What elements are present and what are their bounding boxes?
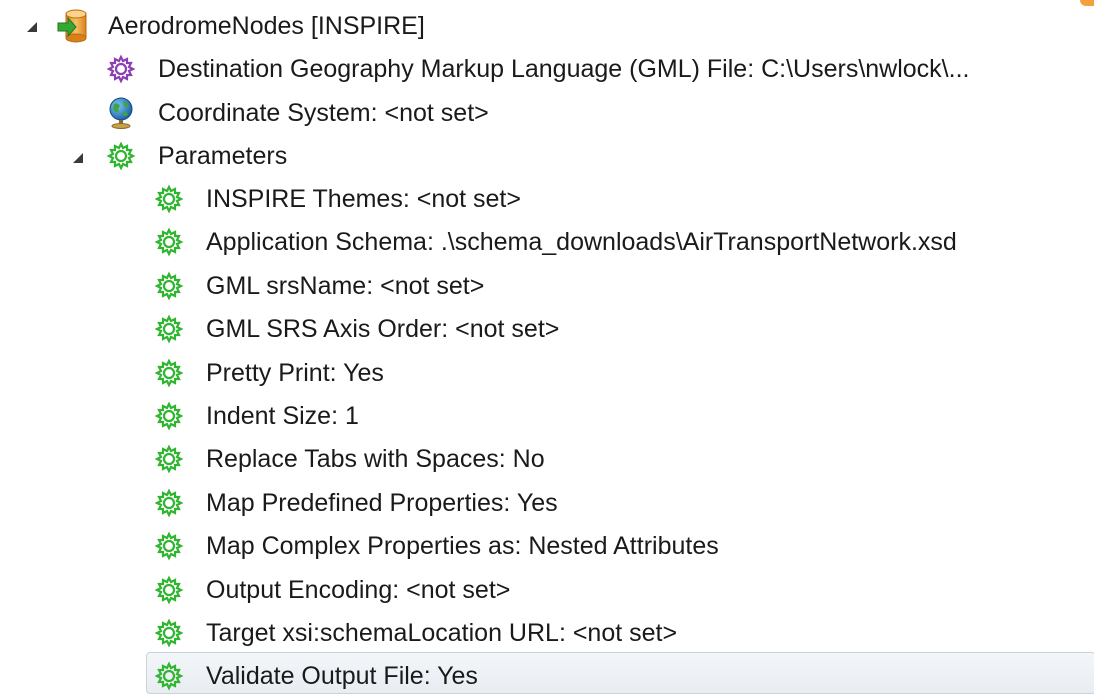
database-writer-icon — [56, 9, 90, 43]
tree-node-parameter[interactable]: Indent Size: 1 — [0, 395, 1094, 438]
green-gear-icon — [152, 573, 186, 607]
green-gear-icon — [152, 659, 186, 693]
tree-node-parameter-label: GML srsName: <not set> — [206, 272, 485, 300]
green-gear-icon — [152, 486, 186, 520]
green-gear-icon — [152, 356, 186, 390]
tree-node-coordinate-system-label: Coordinate System: <not set> — [158, 99, 489, 127]
tree-node-parameter-label: Replace Tabs with Spaces: No — [206, 445, 545, 473]
tree-node-parameter-label: INSPIRE Themes: <not set> — [206, 185, 521, 213]
tree-node-parameter[interactable]: Target xsi:schemaLocation URL: <not set> — [0, 612, 1094, 655]
tree-node-destination-label: Destination Geography Markup Language (G… — [158, 55, 970, 83]
tree-node-parameter-label: Application Schema: .\schema_downloads\A… — [206, 228, 957, 256]
green-gear-icon — [152, 225, 186, 259]
tree-node-parameters[interactable]: Parameters — [0, 135, 1094, 178]
tree-node-parameters-label: Parameters — [158, 142, 288, 170]
tree-node-parameter-label: Indent Size: 1 — [206, 402, 359, 430]
tree-node-parameter[interactable]: Map Complex Properties as: Nested Attrib… — [0, 525, 1094, 568]
tree-node-parameter-label: GML SRS Axis Order: <not set> — [206, 315, 560, 343]
tree-node-parameter[interactable]: GML srsName: <not set> — [0, 265, 1094, 308]
tree-node-root[interactable]: AerodromeNodes [INSPIRE] — [0, 5, 1094, 48]
tree-node-parameter[interactable]: Output Encoding: <not set> — [0, 569, 1094, 612]
tree-node-parameter[interactable]: Application Schema: .\schema_downloads\A… — [0, 221, 1094, 264]
tree-node-parameter-label: Target xsi:schemaLocation URL: <not set> — [206, 619, 678, 647]
tree-node-root-label: AerodromeNodes [INSPIRE] — [108, 12, 425, 40]
tree-node-parameter[interactable]: Map Predefined Properties: Yes — [0, 482, 1094, 525]
green-gear-icon — [152, 182, 186, 216]
tree-node-parameter-label: Output Encoding: <not set> — [206, 576, 511, 604]
tree-node-parameter-label: Pretty Print: Yes — [206, 359, 384, 387]
purple-gear-icon — [104, 52, 138, 86]
green-gear-icon — [152, 442, 186, 476]
tree-node-coordinate-system[interactable]: Coordinate System: <not set> — [0, 92, 1094, 135]
tree-node-parameter-label: Map Complex Properties as: Nested Attrib… — [206, 532, 719, 560]
tree-node-parameter[interactable]: Replace Tabs with Spaces: No — [0, 438, 1094, 481]
globe-icon — [104, 96, 138, 130]
green-gear-icon — [104, 139, 138, 173]
tree-node-parameter[interactable]: INSPIRE Themes: <not set> — [0, 178, 1094, 221]
green-gear-icon — [152, 312, 186, 346]
green-gear-icon — [152, 269, 186, 303]
green-gear-icon — [152, 529, 186, 563]
collapse-arrow-icon[interactable] — [70, 150, 86, 166]
green-gear-icon — [152, 399, 186, 433]
collapse-arrow-icon[interactable] — [24, 19, 40, 35]
tree-node-parameter-label: Map Predefined Properties: Yes — [206, 489, 558, 517]
tree-node-destination[interactable]: Destination Geography Markup Language (G… — [0, 48, 1094, 91]
green-gear-icon — [152, 616, 186, 650]
tree-view[interactable]: AerodromeNodes [INSPIRE] Destination Geo… — [0, 0, 1094, 694]
tree-node-parameter[interactable]: Pretty Print: Yes — [0, 352, 1094, 395]
tree-node-parameter[interactable]: GML SRS Axis Order: <not set> — [0, 308, 1094, 351]
